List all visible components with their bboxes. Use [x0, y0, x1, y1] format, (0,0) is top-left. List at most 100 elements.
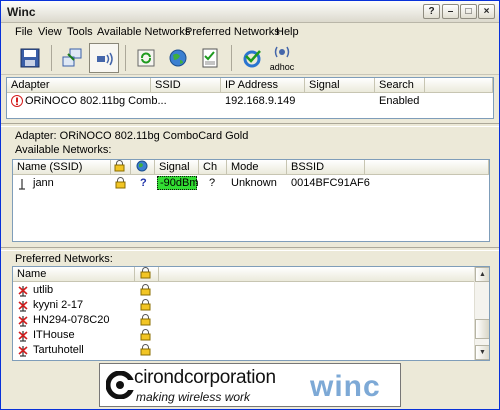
column-header-search[interactable]: Search [375, 78, 425, 93]
preferred-network-name: HN294-078C20 [33, 314, 110, 326]
pane-splitter[interactable] [1, 247, 499, 251]
properties-tool-button[interactable] [195, 43, 225, 73]
connect-icon [62, 48, 82, 67]
adapters-list[interactable]: Adapter SSID IP Address Signal Search OR… [6, 77, 494, 119]
network-mode: Unknown [231, 177, 277, 189]
error-icon [11, 95, 23, 107]
save-tool-button[interactable] [15, 43, 45, 73]
toolbar-separator [51, 45, 52, 71]
column-header-adapter[interactable]: Adapter [7, 78, 151, 93]
preferred-network-name: kyyni 2-17 [33, 299, 84, 311]
available-networks-label: Available Networks: [15, 144, 112, 156]
save-icon [20, 48, 40, 68]
network-unavailable-icon [18, 346, 28, 357]
globe-icon [169, 49, 187, 67]
preferred-networks-list[interactable]: Name utlib kyyni 2-17 HN294-078C20 ITHouse T… [12, 266, 490, 361]
table-row[interactable]: ORiNOCO 802.11bg Comb... 192.168.9.149 E… [7, 94, 493, 109]
column-header-security[interactable] [111, 160, 131, 175]
column-header-mode[interactable]: Mode [227, 160, 287, 175]
column-header-filler [159, 267, 475, 282]
column-header-signal[interactable]: Signal [305, 78, 375, 93]
vertical-scrollbar[interactable]: ▲ ▼ [474, 267, 489, 360]
network-unavailable-icon [18, 316, 28, 327]
window-title: Winc [7, 5, 36, 19]
title-bar[interactable]: Winc ? – □ × [1, 1, 499, 23]
preferred-network-name: Tartuhotell [33, 344, 84, 356]
signal-badge: -90dBm [157, 176, 199, 190]
wireless-signal-icon [97, 52, 113, 66]
toolbar-separator [231, 45, 232, 71]
menu-tools[interactable]: Tools [67, 26, 93, 38]
list-item[interactable]: kyyni 2-17 [13, 298, 473, 313]
toolbar-separator [125, 45, 126, 71]
network-unavailable-icon [18, 301, 28, 312]
list-item[interactable]: ITHouse [13, 328, 473, 343]
network-channel: ? [209, 177, 216, 189]
adapter-ip: 192.168.9.149 [225, 95, 296, 107]
menu-view[interactable]: View [38, 26, 62, 38]
company-tagline: making wireless work [136, 390, 251, 404]
network-unavailable-icon [18, 331, 28, 342]
menu-help[interactable]: Help [276, 26, 299, 38]
column-header-signal[interactable]: Signal [155, 160, 199, 175]
column-header-ssid[interactable]: SSID [151, 78, 221, 93]
lock-icon [114, 160, 125, 172]
maximize-button[interactable]: □ [460, 4, 477, 19]
menu-preferred-networks[interactable]: Preferred Networks [185, 26, 280, 38]
scroll-up-button[interactable]: ▲ [475, 267, 489, 282]
network-internet-status: ? [140, 177, 147, 189]
connect-tool-button[interactable] [57, 43, 87, 73]
scroll-down-button[interactable]: ▼ [475, 345, 489, 360]
lock-icon [140, 284, 151, 296]
scroll-thumb[interactable] [475, 319, 489, 339]
column-header-ip-address[interactable]: IP Address [221, 78, 305, 93]
adapter-name: ORiNOCO 802.11bg Comb... [25, 95, 167, 107]
adhoc-tool-button[interactable]: adhoc [267, 43, 297, 73]
refresh-tool-button[interactable] [131, 43, 161, 73]
table-row[interactable]: jann ? -90dBm ? Unknown 0014BFC91AF6 [13, 176, 489, 191]
ie-connect-tool-button[interactable] [237, 43, 267, 73]
preferred-networks-label: Preferred Networks: [15, 253, 113, 265]
close-button[interactable]: × [478, 4, 495, 19]
lock-icon [140, 329, 151, 341]
list-item[interactable]: HN294-078C20 [13, 313, 473, 328]
checklist-icon [202, 48, 218, 68]
preferred-network-name: ITHouse [33, 329, 75, 341]
column-header-security[interactable] [135, 267, 159, 282]
cirond-banner[interactable]: cirondcorporation making wireless work w… [99, 363, 401, 407]
available-networks-list[interactable]: Name (SSID) Signal Ch Mode BSSID jann ? … [12, 159, 490, 242]
menu-file[interactable]: File [15, 26, 33, 38]
pane-splitter[interactable] [1, 123, 499, 127]
internet-tool-button[interactable] [163, 43, 193, 73]
column-header-filler [425, 78, 493, 93]
adapter-detail-label: Adapter: ORiNOCO 802.11bg ComboCard Gold [15, 130, 249, 142]
column-header-name-ssid[interactable]: Name (SSID) [13, 160, 111, 175]
lock-icon [115, 177, 126, 189]
list-item[interactable]: Tartuhotell [13, 343, 473, 358]
lock-icon [140, 314, 151, 326]
help-button[interactable]: ? [423, 4, 440, 19]
signal-tool-button[interactable] [89, 43, 119, 73]
product-name: winc [310, 370, 381, 403]
network-name: jann [33, 177, 54, 189]
lock-icon [140, 299, 151, 311]
list-item[interactable]: utlib [13, 283, 473, 298]
minimize-button[interactable]: – [442, 4, 459, 19]
preferred-network-name: utlib [33, 284, 54, 296]
network-unavailable-icon [18, 286, 28, 297]
column-header-internet[interactable] [131, 160, 155, 175]
menu-available-networks[interactable]: Available Networks [97, 26, 190, 38]
browser-check-icon [243, 50, 261, 68]
column-header-channel[interactable]: Ch [199, 160, 227, 175]
network-icon [19, 179, 25, 190]
menu-bar: File View Tools Available Networks Prefe… [1, 23, 499, 41]
column-header-filler [365, 160, 489, 175]
adhoc-icon [274, 46, 290, 58]
refresh-icon [137, 49, 155, 67]
column-header-bssid[interactable]: BSSID [287, 160, 365, 175]
globe-icon [136, 160, 148, 172]
adapter-search: Enabled [379, 95, 420, 107]
adhoc-label: adhoc [269, 62, 295, 72]
column-header-name[interactable]: Name [13, 267, 135, 282]
toolbar: adhoc [1, 41, 499, 75]
